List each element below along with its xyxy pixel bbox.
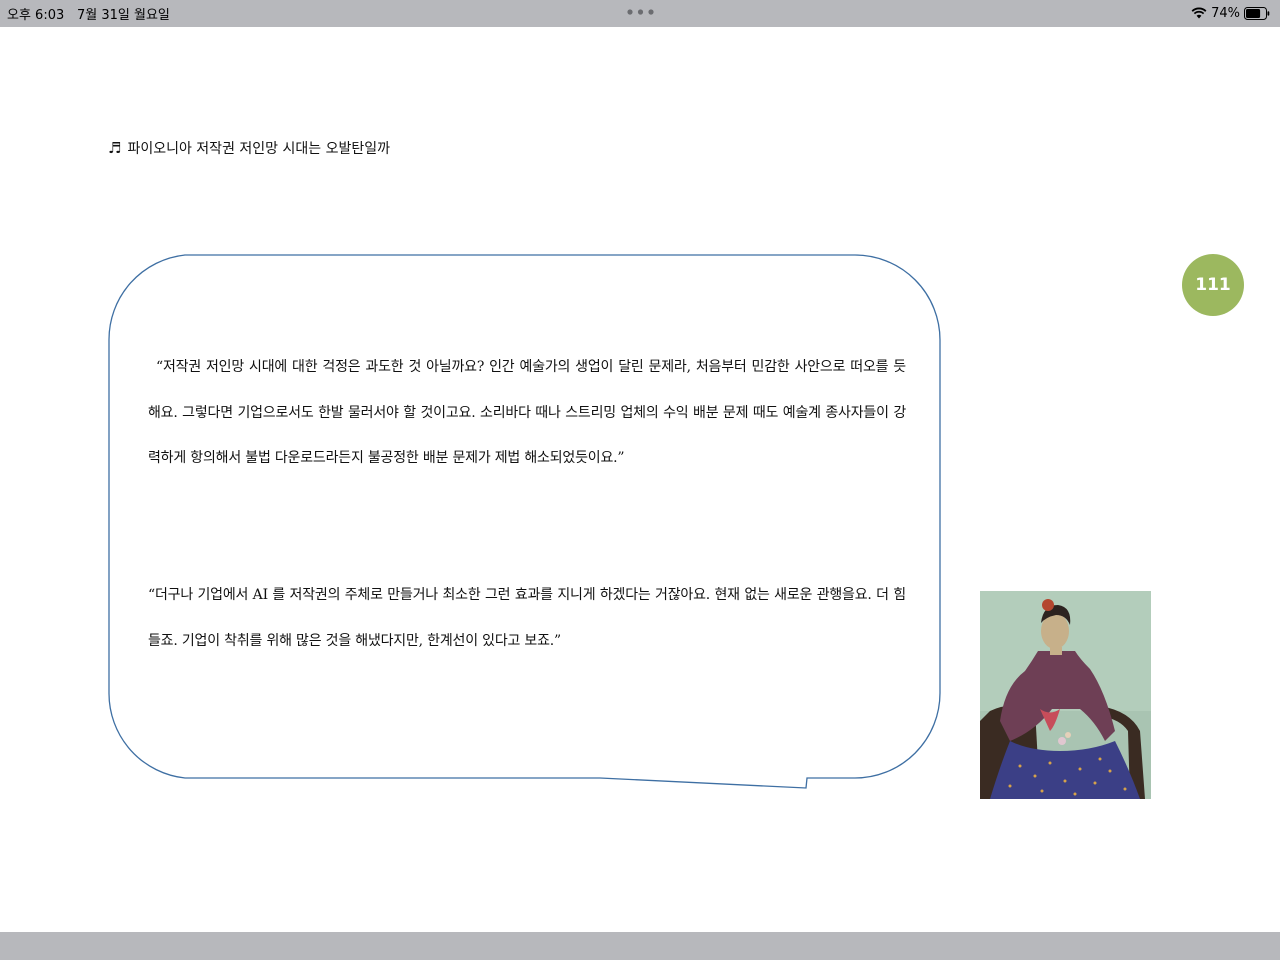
document-page: ♬ 파이오니아 저작권 저인망 시대는 오발탄일까 “저작권 저인망 시대에 대… [0,27,1280,932]
section-header-text: 파이오니아 저작권 저인망 시대는 오발탄일까 [127,141,390,157]
status-bar: 오후 6:03 7월 31일 월요일 74% [0,0,1280,27]
status-indicators: 74% [1191,3,1270,23]
music-note-icon: ♬ [108,138,122,157]
status-time: 오후 6:03 [7,8,65,23]
quote-paragraph-1: “저작권 저인망 시대에 대한 걱정은 과도한 것 아닐까요? 인간 예술가의 … [148,359,906,466]
portrait-painting [980,591,1151,799]
speech-bubble [108,254,941,789]
battery-percent: 74% [1211,5,1240,21]
status-date: 7월 31일 월요일 [77,8,170,23]
quote-paragraph-2: “더구나 기업에서 AI 를 저작권의 주체로 만들거나 최소한 그런 효과를 … [148,587,906,649]
page-number-badge: 111 [1182,254,1244,316]
section-header: ♬ 파이오니아 저작권 저인망 시대는 오발탄일까 [108,138,390,158]
bottom-bar [0,932,1280,960]
more-dots-icon[interactable] [627,9,654,15]
wifi-icon [1191,7,1207,19]
battery-icon [1244,6,1270,20]
